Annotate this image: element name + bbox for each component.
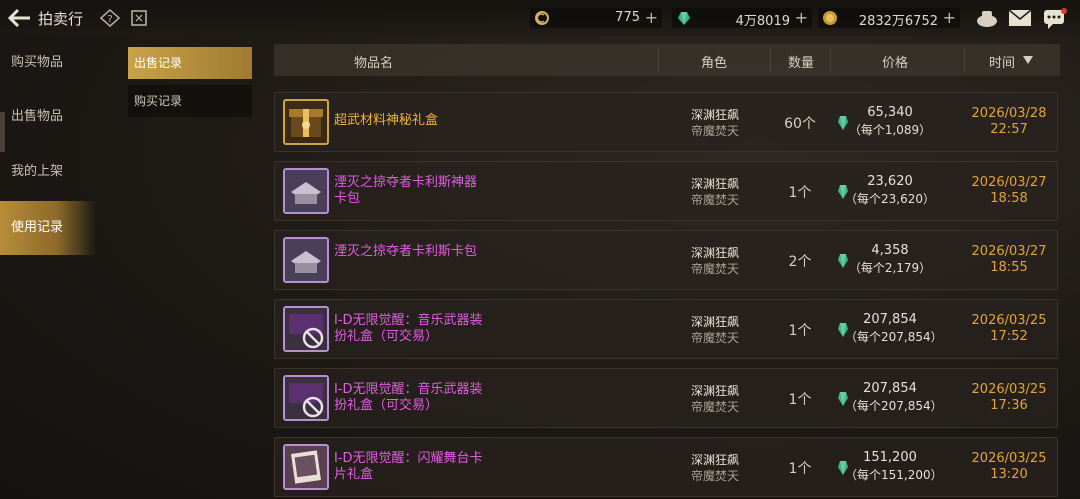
- card-box-icon: [283, 444, 329, 490]
- table-row[interactable]: I-D无限觉醒：音乐武器装扮礼盒（可交易） 深渊狂飙 帝魔焚天 1个 207,8…: [274, 368, 1058, 428]
- col-role: 角色: [701, 56, 728, 71]
- header-divider: [964, 48, 965, 72]
- add-gem-button[interactable]: +: [795, 8, 808, 27]
- add-gold-button[interactable]: +: [943, 8, 956, 27]
- help-icon[interactable]: ?: [100, 9, 120, 27]
- table-row[interactable]: 湮灭之掠夺者卡利斯神器卡包 深渊狂飙 帝魔焚天 1个 23,620 （每个23,…: [274, 161, 1058, 221]
- server-name: 帝魔焚天: [690, 262, 739, 276]
- nav-sell-items[interactable]: 出售物品: [0, 90, 96, 144]
- item-name: I-D无限觉醒：音乐武器装扮礼盒（可交易）: [334, 313, 483, 344]
- sale-time: 17:36: [990, 398, 1028, 413]
- unit-price: （每个23,620）: [845, 192, 935, 206]
- col-qty: 数量: [788, 56, 815, 71]
- col-name: 物品名: [354, 56, 394, 71]
- role-name: 深渊狂飙: [690, 453, 739, 467]
- header-divider: [658, 48, 659, 72]
- back-arrow-icon[interactable]: [6, 8, 32, 28]
- unit-price: （每个207,854）: [845, 330, 943, 344]
- tab-buy-records[interactable]: 购买记录: [128, 85, 252, 117]
- total-price: 4,358: [871, 243, 909, 258]
- item-name: 湮灭之掠夺者卡利斯神器卡包: [334, 175, 478, 206]
- total-price: 65,340: [867, 105, 913, 120]
- quantity: 1个: [788, 323, 812, 339]
- role-name: 深渊狂飙: [690, 108, 739, 122]
- left-nav: 购买物品 出售物品 我的上架 使用记录: [0, 36, 96, 499]
- role-name: 深渊狂飙: [690, 384, 739, 398]
- treasure-bag-icon[interactable]: [975, 8, 999, 28]
- sale-time: 18:55: [990, 260, 1028, 275]
- chat-icon[interactable]: [1043, 8, 1067, 30]
- table-row[interactable]: 超武材料神秘礼盒 深渊狂飙 帝魔焚天 60个 65,340 （每个1,089） …: [274, 92, 1058, 152]
- item-name: 超武材料神秘礼盒: [334, 113, 439, 128]
- quantity: 1个: [788, 185, 812, 201]
- weapon-skin-box-icon: [283, 375, 329, 421]
- guide-book-icon[interactable]: [130, 9, 148, 27]
- server-name: 帝魔焚天: [690, 193, 739, 207]
- top-bar: 拍卖行 ? 775 + 4万8019 + 2832万6752 +: [0, 0, 1080, 36]
- server-name: 帝魔焚天: [690, 400, 739, 414]
- currency-gem: 4万8019 +: [672, 8, 812, 29]
- nav-buy-items[interactable]: 购买物品: [0, 36, 96, 90]
- sale-time: 17:52: [990, 329, 1028, 344]
- sale-time: 18:58: [990, 191, 1028, 206]
- gem-value: 4万8019: [735, 14, 790, 29]
- gem-icon: [678, 12, 690, 25]
- header-divider: [830, 48, 831, 72]
- sale-time: 13:20: [990, 467, 1028, 482]
- table-row[interactable]: I-D无限觉醒：闪耀舞台卡片礼盒 深渊狂飙 帝魔焚天 1个 151,200 （每…: [274, 437, 1058, 497]
- nav-my-listings[interactable]: 我的上架: [0, 145, 96, 199]
- tab-sell-records[interactable]: 出售记录: [128, 47, 252, 79]
- sale-date: 2026/03/25: [971, 313, 1047, 328]
- unit-price: （每个2,179）: [848, 261, 932, 275]
- add-coin-button[interactable]: +: [645, 8, 658, 27]
- server-name: 帝魔焚天: [690, 124, 739, 138]
- table-row[interactable]: I-D无限觉醒：音乐武器装扮礼盒（可交易） 深渊狂飙 帝魔焚天 1个 207,8…: [274, 299, 1058, 359]
- currency-coin: 775 +: [530, 8, 662, 28]
- mystery-box-icon: [283, 99, 329, 145]
- sale-date: 2026/03/28: [971, 106, 1047, 121]
- weapon-skin-box-icon: [283, 306, 329, 352]
- coin-icon: [535, 11, 549, 25]
- item-name: I-D无限觉醒：音乐武器装扮礼盒（可交易）: [334, 382, 483, 413]
- col-time[interactable]: 时间: [989, 52, 1015, 71]
- sale-date: 2026/03/25: [971, 382, 1047, 397]
- gold-value: 2832万6752: [858, 14, 938, 29]
- total-price: 151,200: [863, 450, 917, 465]
- page-title: 拍卖行: [38, 10, 84, 28]
- sale-time: 22:57: [990, 122, 1028, 137]
- server-name: 帝魔焚天: [690, 331, 739, 345]
- quantity: 1个: [788, 461, 812, 477]
- sort-down-icon[interactable]: [1023, 56, 1033, 64]
- card-pack-icon: [283, 237, 329, 283]
- role-name: 深渊狂飙: [690, 315, 739, 329]
- total-price: 207,854: [863, 381, 917, 396]
- quantity: 60个: [784, 116, 816, 132]
- gold-icon: [823, 11, 837, 25]
- item-name: I-D无限觉醒：闪耀舞台卡片礼盒: [334, 451, 483, 482]
- coin-value: 775: [615, 10, 640, 25]
- role-name: 深渊狂飙: [690, 246, 739, 260]
- item-name: 湮灭之掠夺者卡利斯卡包: [334, 244, 478, 259]
- card-pack-icon: [283, 168, 329, 214]
- svg-text:?: ?: [107, 14, 112, 25]
- quantity: 2个: [788, 254, 812, 270]
- unit-price: （每个151,200）: [845, 468, 943, 482]
- sale-date: 2026/03/27: [971, 244, 1047, 259]
- total-price: 207,854: [863, 312, 917, 327]
- mail-icon[interactable]: [1008, 9, 1032, 27]
- unit-price: （每个1,089）: [848, 123, 932, 137]
- unit-price: （每个207,854）: [845, 399, 943, 413]
- sale-date: 2026/03/25: [971, 451, 1047, 466]
- currency-gold: 2832万6752 +: [818, 8, 960, 29]
- sale-date: 2026/03/27: [971, 175, 1047, 190]
- table-header: 物品名 角色 数量 价格 时间: [274, 44, 1060, 76]
- header-divider: [770, 48, 771, 72]
- role-name: 深渊狂飙: [690, 177, 739, 191]
- table-row[interactable]: 湮灭之掠夺者卡利斯卡包 深渊狂飙 帝魔焚天 2个 4,358 （每个2,179）…: [274, 230, 1058, 290]
- server-name: 帝魔焚天: [690, 469, 739, 483]
- nav-usage-records[interactable]: 使用记录: [0, 201, 96, 255]
- col-price: 价格: [882, 56, 909, 71]
- quantity: 1个: [788, 392, 812, 408]
- total-price: 23,620: [867, 174, 913, 189]
